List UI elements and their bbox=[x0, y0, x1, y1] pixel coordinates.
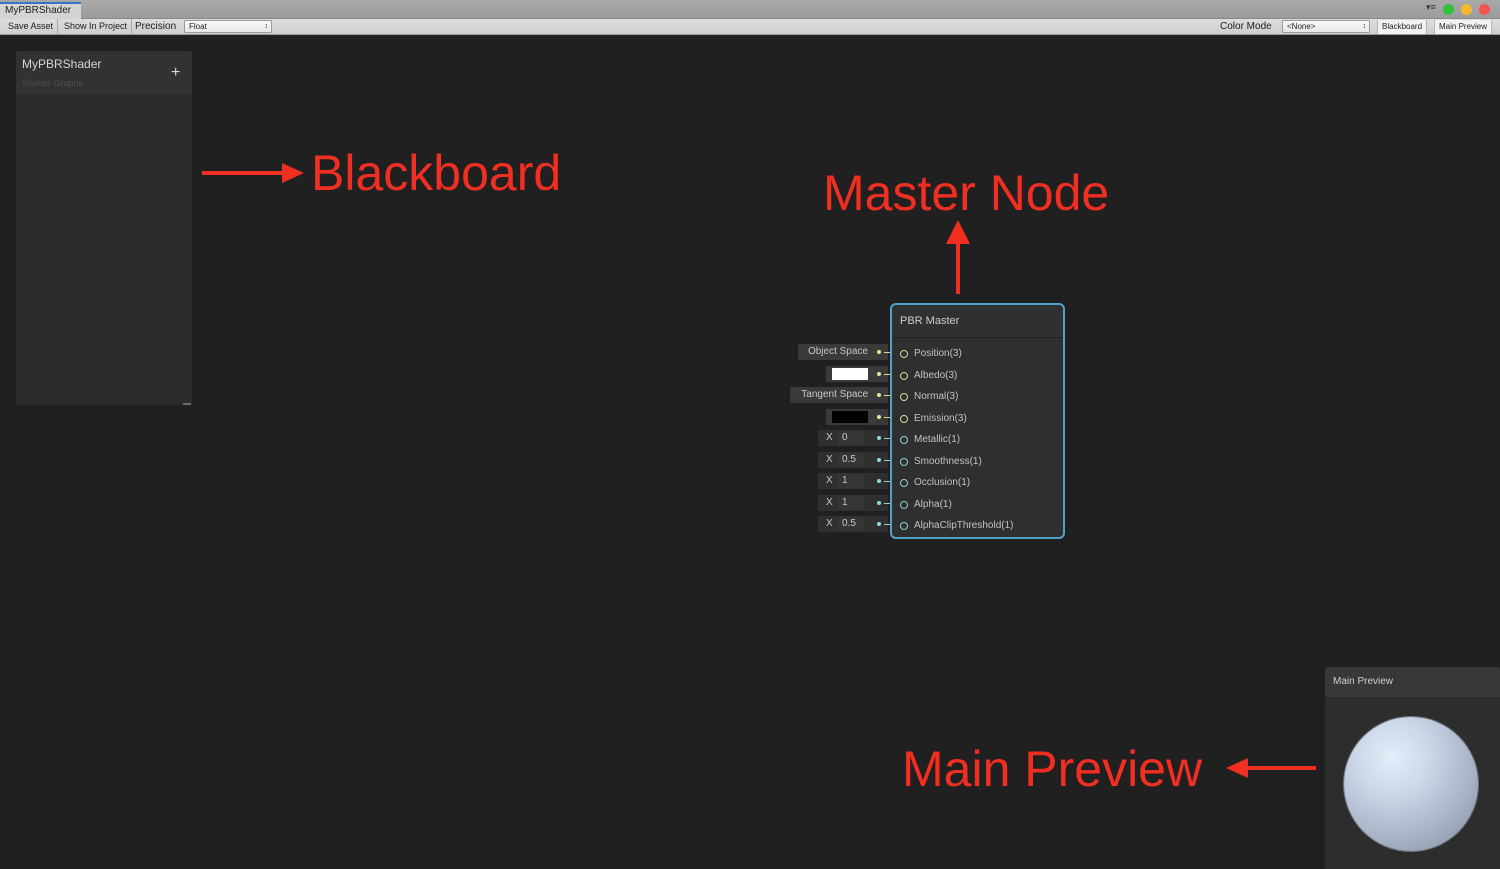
annotation-blackboard: Blackboard bbox=[311, 145, 562, 201]
port-row: Emission(3) bbox=[892, 410, 1063, 428]
port-label: Normal(3) bbox=[914, 391, 959, 402]
dropdown-arrow-icon: ↕ bbox=[264, 23, 269, 30]
annotation-arrows bbox=[202, 163, 1316, 778]
input-slot[interactable]: X1 bbox=[818, 473, 888, 489]
slot-output-dot-icon[interactable] bbox=[877, 393, 881, 397]
slot-output-dot-icon[interactable] bbox=[877, 522, 881, 526]
axis-label: X bbox=[826, 518, 833, 529]
float-field[interactable]: 1 bbox=[838, 495, 864, 510]
input-slot[interactable]: X 0.5 bbox=[818, 516, 888, 532]
arrow-to-main-preview bbox=[1226, 758, 1316, 778]
port-label: Emission(3) bbox=[914, 412, 967, 424]
node-title: PBR Master bbox=[892, 305, 1063, 338]
precision-value: Float bbox=[189, 22, 207, 31]
axis-label: X bbox=[826, 453, 833, 465]
main-preview-title: Main Preview bbox=[1325, 667, 1500, 697]
input-slot[interactable]: X1 bbox=[818, 494, 888, 511]
arrow-to-blackboard bbox=[202, 163, 304, 183]
add-property-icon[interactable]: + bbox=[171, 65, 180, 81]
axis-label: X bbox=[826, 432, 833, 443]
blackboard-subtitle: Shader Graphs bbox=[22, 78, 84, 88]
port-row: AlphaClipThreshold(1) bbox=[892, 517, 1063, 535]
port-label: Metallic(1) bbox=[914, 434, 961, 445]
port-row: Metallic(1) bbox=[892, 431, 1063, 449]
color-mode-label: Color Mode bbox=[1220, 21, 1272, 32]
annotation-master-node: Master Node bbox=[823, 165, 1110, 221]
blackboard-panel: MyPBRShader Shader Graphs + bbox=[16, 51, 192, 405]
blackboard-title: MyPBRShader bbox=[22, 57, 102, 71]
axis-label: X bbox=[826, 496, 833, 508]
main-preview-panel: Main Preview bbox=[1325, 667, 1500, 869]
float-field[interactable]: 1 bbox=[838, 474, 864, 488]
port-row: Normal(3) bbox=[892, 388, 1063, 406]
port-connector-icon[interactable] bbox=[900, 479, 908, 487]
port-connector-icon[interactable] bbox=[900, 522, 908, 530]
port-connector-icon[interactable] bbox=[900, 350, 908, 358]
port-row: Position(3) bbox=[892, 345, 1063, 363]
space-dropdown[interactable]: Tangent Space bbox=[801, 389, 868, 400]
port-label: Alpha(1) bbox=[914, 498, 952, 510]
slot-output-dot-icon[interactable] bbox=[877, 500, 881, 505]
space-dropdown[interactable]: Object Space bbox=[808, 346, 868, 357]
blackboard-header: MyPBRShader Shader Graphs + bbox=[16, 51, 192, 95]
color-swatch[interactable] bbox=[832, 410, 868, 423]
port-label: Albedo(3) bbox=[914, 369, 958, 381]
tab-myshader[interactable]: MyPBRShader bbox=[0, 2, 81, 19]
port-row: Albedo(3) bbox=[892, 367, 1063, 385]
port-label: Position(3) bbox=[914, 348, 962, 359]
axis-label: X bbox=[826, 475, 833, 486]
graph-toolbar: Save Asset Show In Project Precision Flo… bbox=[0, 19, 1500, 35]
slot-output-dot-icon[interactable] bbox=[877, 436, 881, 440]
input-slot[interactable]: Tangent Space bbox=[790, 387, 888, 403]
window-tab-strip: MyPBRShader ▾≡ bbox=[0, 0, 1500, 19]
annotation-main-preview: Main Preview bbox=[902, 741, 1203, 797]
arrow-to-master-node bbox=[946, 220, 970, 294]
minimize-button[interactable] bbox=[1461, 4, 1472, 15]
slot-output-dot-icon[interactable] bbox=[877, 414, 881, 419]
blackboard-toggle[interactable]: Blackboard bbox=[1377, 20, 1428, 34]
port-label: AlphaClipThreshold(1) bbox=[914, 520, 1014, 531]
port-row: Alpha(1) bbox=[892, 496, 1063, 514]
port-row: Smoothness(1) bbox=[892, 453, 1063, 471]
show-in-project-button[interactable]: Show In Project bbox=[60, 19, 133, 34]
port-connector-icon[interactable] bbox=[900, 457, 908, 466]
port-label: Smoothness(1) bbox=[914, 455, 982, 467]
color-mode-value: <None> bbox=[1287, 22, 1316, 31]
input-slot[interactable]: Object Space bbox=[798, 344, 888, 360]
port-connector-icon[interactable] bbox=[900, 414, 908, 423]
close-button[interactable] bbox=[1479, 4, 1490, 15]
slot-output-dot-icon[interactable] bbox=[877, 350, 881, 354]
maximize-button[interactable] bbox=[1443, 4, 1454, 15]
port-connector-icon[interactable] bbox=[900, 436, 908, 444]
port-connector-icon[interactable] bbox=[900, 371, 908, 380]
float-field[interactable]: 0 bbox=[838, 431, 864, 445]
input-slot[interactable] bbox=[826, 408, 888, 425]
input-slot[interactable]: X 0.5 bbox=[818, 451, 888, 468]
main-preview-toggle[interactable]: Main Preview bbox=[1434, 20, 1493, 34]
float-field[interactable]: 0.5 bbox=[838, 517, 864, 531]
tab-menu-icon[interactable]: ▾≡ bbox=[1426, 2, 1436, 13]
port-connector-icon[interactable] bbox=[900, 500, 908, 509]
color-mode-dropdown[interactable]: <None> ↕ bbox=[1282, 20, 1370, 33]
slot-output-dot-icon[interactable] bbox=[877, 479, 881, 483]
resize-handle[interactable] bbox=[183, 403, 191, 405]
color-swatch[interactable] bbox=[832, 367, 868, 380]
save-asset-button[interactable]: Save Asset bbox=[4, 19, 59, 34]
port-row: Occlusion(1) bbox=[892, 474, 1063, 492]
preview-sphere[interactable] bbox=[1344, 717, 1478, 851]
input-slot[interactable]: X0 bbox=[818, 430, 888, 446]
precision-dropdown[interactable]: Float ↕ bbox=[184, 20, 272, 33]
input-slot[interactable] bbox=[826, 365, 888, 382]
pbr-master-node[interactable]: PBR Master Position(3) Albedo(3) Normal(3)… bbox=[890, 303, 1065, 539]
slot-output-dot-icon[interactable] bbox=[877, 457, 881, 462]
precision-label: Precision bbox=[135, 21, 177, 32]
port-connector-icon[interactable] bbox=[900, 393, 908, 401]
float-field[interactable]: 0.5 bbox=[838, 452, 864, 467]
slot-output-dot-icon[interactable] bbox=[877, 371, 881, 376]
port-label: Occlusion(1) bbox=[914, 477, 971, 488]
dropdown-arrow-icon: ↕ bbox=[1362, 23, 1367, 30]
